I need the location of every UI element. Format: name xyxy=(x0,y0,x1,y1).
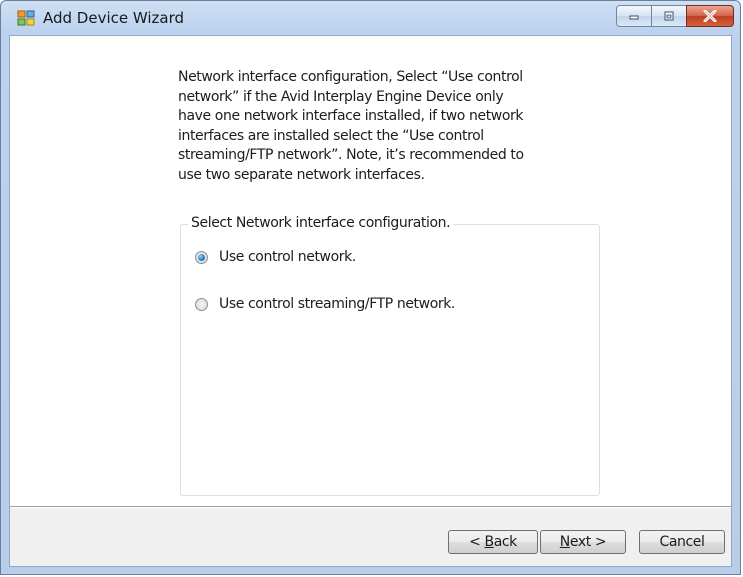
instructions-line: have one network interface installed, if… xyxy=(178,108,524,124)
maximize-icon xyxy=(664,11,674,21)
back-button-label: < Back xyxy=(462,533,524,551)
radio-use-streaming-ftp-network[interactable]: Use control streaming/FTP network. xyxy=(195,296,455,312)
back-rest: ack xyxy=(493,534,518,550)
back-mnemonic: B xyxy=(484,534,494,550)
wizard-page: Network interface configuration, Select … xyxy=(10,36,731,506)
instructions-line: streaming/FTP network”. Note, it’s recom… xyxy=(178,147,524,163)
instructions-line: interfaces are installed select the “Use… xyxy=(178,127,484,144)
window-controls xyxy=(616,5,734,27)
minimize-icon xyxy=(629,15,639,20)
close-button[interactable] xyxy=(686,5,734,27)
next-mnemonic: N xyxy=(559,534,570,550)
instructions-line: Network interface configuration, Select … xyxy=(178,69,523,85)
cancel-button-label: Cancel xyxy=(659,534,705,550)
groupbox-legend: Select Network interface configuration. xyxy=(188,215,454,231)
radio-label[interactable]: Use control streaming/FTP network. xyxy=(219,296,455,312)
wizard-client-area: Network interface configuration, Select … xyxy=(9,35,732,567)
minimize-button[interactable] xyxy=(616,5,652,27)
cancel-button[interactable]: Cancel xyxy=(639,530,725,554)
button-area-divider xyxy=(10,506,731,508)
radio-button-unchecked[interactable] xyxy=(195,297,208,311)
instructions-line: use two separate network interfaces. xyxy=(178,166,425,183)
radio-button-checked[interactable] xyxy=(195,250,208,264)
instructions-text: Network interface configuration, Select … xyxy=(178,68,608,185)
title-bar[interactable]: Add Device Wizard xyxy=(1,1,740,35)
maximize-button[interactable] xyxy=(651,5,687,27)
radio-use-control-network[interactable]: Use control network. xyxy=(195,249,356,265)
next-button-label: Next > xyxy=(553,533,613,551)
back-button[interactable]: < Back xyxy=(448,530,538,554)
close-icon xyxy=(703,10,717,22)
next-rest: ext > xyxy=(569,534,607,550)
next-button[interactable]: Next > xyxy=(540,530,626,554)
wizard-app-icon xyxy=(17,10,35,26)
window-title: Add Device Wizard xyxy=(43,9,185,27)
back-prefix: < xyxy=(469,534,485,550)
wizard-window: Add Device Wizard Network interface conf… xyxy=(0,0,741,575)
network-config-groupbox: Select Network interface configuration. … xyxy=(180,215,600,496)
radio-label[interactable]: Use control network. xyxy=(219,249,356,265)
instructions-line: network” if the Avid Interplay Engine De… xyxy=(178,88,504,105)
